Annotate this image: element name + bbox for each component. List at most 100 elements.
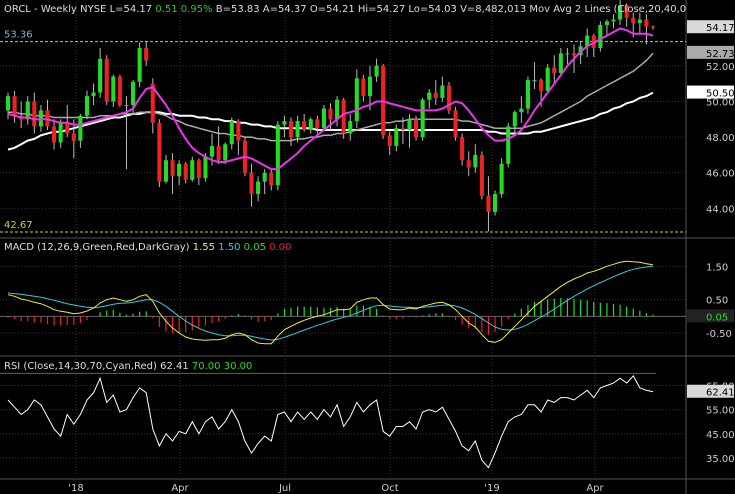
candle-body xyxy=(269,172,274,186)
candle-body xyxy=(604,21,609,25)
candle-body xyxy=(611,19,616,22)
last-price: L=54.17 xyxy=(110,4,156,15)
candle-body xyxy=(565,53,570,55)
macd-readout: 0.05 xyxy=(244,242,269,253)
rsi-line xyxy=(7,374,654,469)
candle-body xyxy=(170,160,175,177)
candle-body xyxy=(295,121,300,138)
stock-chart[interactable]: '18 Apr Jul Oct '19 Apr 44.00 46.00 48.00 50.00 52… xyxy=(0,0,735,494)
x-tick-label: Apr xyxy=(171,483,189,494)
candle-body xyxy=(519,108,524,113)
candle-body xyxy=(335,99,340,120)
candle-body xyxy=(571,53,577,56)
candle-body xyxy=(532,80,537,82)
x-tick-label: '19 xyxy=(484,483,499,494)
candle-body xyxy=(216,145,221,161)
candle-body xyxy=(157,122,162,182)
candle-body xyxy=(209,145,215,157)
candle-body xyxy=(302,121,307,130)
rsi-readout: 62.41 xyxy=(160,361,192,372)
candle-body xyxy=(144,48,149,61)
candle-body xyxy=(84,96,90,116)
candle-body xyxy=(308,119,313,130)
candle-body xyxy=(190,160,195,180)
rsi-y-tick: 55.00 xyxy=(706,406,735,417)
candle-body xyxy=(315,119,320,129)
x-tick-label: Apr xyxy=(586,483,604,494)
candle-body xyxy=(631,17,636,24)
candle-body xyxy=(427,92,432,100)
candle-body xyxy=(348,121,353,134)
rsi-header: RSI (Close,14,30,70,Cyan,Red) 62.41 70.0… xyxy=(4,361,252,372)
candle-body xyxy=(361,78,366,97)
candle-body xyxy=(650,26,656,28)
candle-body xyxy=(256,181,261,195)
candle-body xyxy=(321,108,326,129)
candle-body xyxy=(486,195,491,212)
last-value-label: 54.17 xyxy=(706,23,735,34)
candle-body xyxy=(196,160,201,179)
candle-body xyxy=(131,81,136,106)
candle-body xyxy=(374,65,379,77)
candle-body xyxy=(598,24,603,49)
candle-body xyxy=(407,119,412,130)
change-value: 0.51 xyxy=(155,4,180,15)
candle-body xyxy=(493,194,498,212)
candle-body xyxy=(5,96,11,111)
candle-body xyxy=(124,105,129,107)
x-tick-label: '18 xyxy=(68,483,83,494)
macd-last-label: 0.05 xyxy=(706,312,728,323)
symbol-label: ORCL - Weekly xyxy=(4,4,80,15)
candle-body xyxy=(249,172,254,195)
candle-body xyxy=(58,122,63,143)
candle-body xyxy=(183,163,188,180)
rsi-y-tick: 35.00 xyxy=(706,454,735,465)
rsi-y-tick: 45.00 xyxy=(706,430,735,441)
candle-body xyxy=(91,92,96,97)
candle-body xyxy=(229,121,234,145)
candle-body xyxy=(236,121,241,141)
candle-body xyxy=(223,144,228,161)
candle-body xyxy=(52,126,57,143)
macd-readout: 1.55 xyxy=(193,242,218,253)
macd-y-tick: 1.50 xyxy=(706,262,728,273)
low-price: Lo=54.03 xyxy=(408,4,460,15)
candle-body xyxy=(71,133,76,141)
candle-body xyxy=(420,99,425,138)
price-y-tick: 48.00 xyxy=(706,133,735,144)
candle-body xyxy=(137,48,142,82)
macd-readout: 1.50 xyxy=(218,242,243,253)
candle-body xyxy=(637,19,642,24)
level-label: 42.67 xyxy=(4,220,33,231)
rsi-readout: RSI (Close,14,30,70,Cyan,Red) xyxy=(4,361,160,372)
candle-body xyxy=(117,76,122,106)
last-value-label: 50.50 xyxy=(706,89,735,100)
rsi-last-label: 62.41 xyxy=(706,388,735,399)
macd-y-tick: -0.50 xyxy=(706,329,732,340)
candle-body xyxy=(433,92,438,98)
candle-body xyxy=(262,172,267,182)
candle-body xyxy=(552,67,557,73)
candle-body xyxy=(111,76,116,102)
macd-readout: 0.00 xyxy=(269,242,291,253)
price-y-tick: 46.00 xyxy=(706,169,735,180)
high-price: Hi=54.27 xyxy=(358,4,408,15)
level-label: 53.36 xyxy=(4,30,33,41)
chart-header: ORCL - Weekly NYSE L=54.17 0.51 0.95% B=… xyxy=(4,4,686,15)
macd-line xyxy=(7,260,654,345)
chart-canvas[interactable]: '18 Apr Jul Oct '19 Apr44.0046.0048.0050.0052… xyxy=(0,0,735,494)
candle-body xyxy=(414,119,419,138)
ask-price: A=54.37 xyxy=(263,4,310,15)
candle-body xyxy=(512,112,517,127)
last-value-label: 52.73 xyxy=(706,49,735,60)
candle-body xyxy=(354,78,359,122)
candle-body xyxy=(12,96,17,116)
candle-body xyxy=(104,58,109,102)
macd-y-tick: 0.50 xyxy=(706,296,728,307)
candle-body xyxy=(288,121,294,138)
candle-body xyxy=(400,128,405,130)
x-tick-label: Jul xyxy=(278,483,291,494)
candle-body xyxy=(539,80,544,91)
price-y-tick: 44.00 xyxy=(706,204,735,215)
candle-body xyxy=(78,115,83,141)
